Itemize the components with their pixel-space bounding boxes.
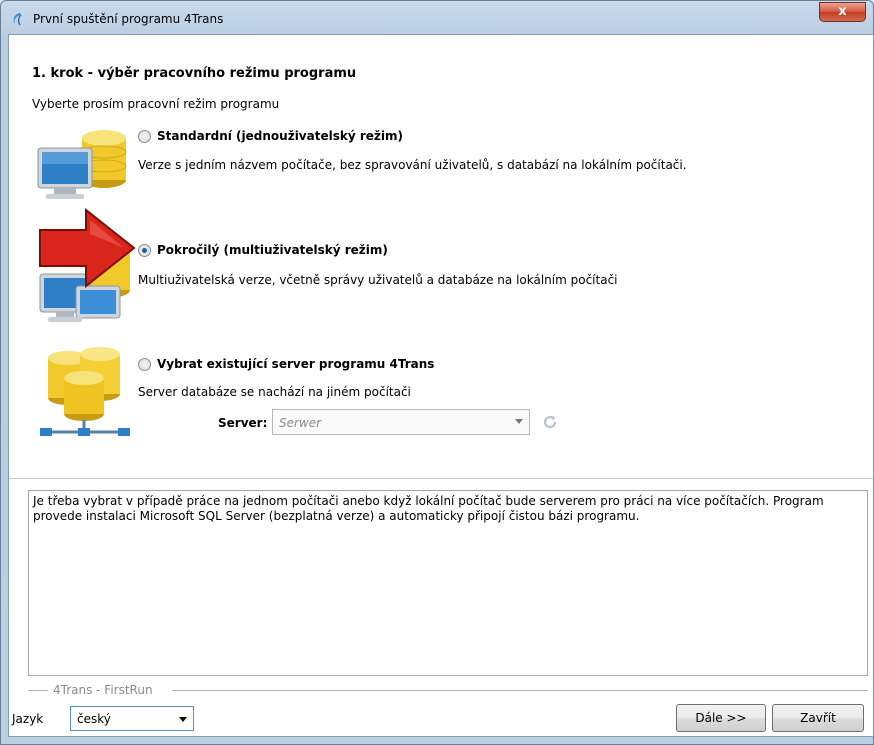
- language-label: Jazyk: [12, 712, 44, 726]
- title-bar[interactable]: První spuštění programu 4Trans x: [1, 1, 873, 35]
- chevron-down-icon: [179, 717, 187, 722]
- app-icon: [13, 13, 22, 26]
- chevron-down-icon: [515, 419, 523, 424]
- group-line-right: [172, 690, 868, 691]
- page-title: 1. krok - výběr pracovního režimu progra…: [32, 66, 357, 81]
- close-window-button[interactable]: x: [819, 2, 866, 22]
- server-dropdown[interactable]: Serwer: [272, 409, 530, 435]
- close-button[interactable]: Zavřít: [772, 704, 864, 732]
- divider: [9, 478, 873, 479]
- red-arrow-icon: [39, 208, 136, 289]
- option-standard-description: Verze s jedním názvem počítače, bez spra…: [138, 158, 687, 172]
- page-subtitle: Vyberte prosím pracovní režim programu: [32, 97, 280, 111]
- radio-existing-server[interactable]: [138, 358, 151, 371]
- radio-standard[interactable]: [138, 130, 151, 143]
- group-line-left: [28, 690, 48, 691]
- server-placeholder: Serwer: [279, 416, 322, 430]
- option-standard-label[interactable]: Standardní (jednouživatelský režim): [157, 129, 403, 143]
- next-button[interactable]: Dále >>: [676, 704, 766, 732]
- radio-advanced[interactable]: [138, 244, 151, 257]
- option-advanced-label[interactable]: Pokročilý (multiuživatelský režim): [157, 243, 388, 257]
- group-label: 4Trans - FirstRun: [50, 683, 156, 697]
- window-title: První spuštění programu 4Trans: [33, 12, 224, 26]
- option-existing-server-label[interactable]: Vybrat existující server programu 4Trans: [157, 357, 434, 371]
- standalone-database-icon: [37, 130, 127, 199]
- refresh-icon[interactable]: [542, 414, 558, 430]
- info-text-box: Je třeba vybrat v případě práce na jedno…: [28, 490, 868, 676]
- server-label: Server:: [218, 416, 268, 430]
- option-advanced-description: Multiuživatelská verze, včetně správy už…: [138, 273, 618, 287]
- network-servers-icon: [40, 347, 130, 436]
- language-value: český: [77, 712, 111, 726]
- language-dropdown[interactable]: český: [70, 706, 194, 731]
- option-existing-server-description: Server databáze se nachází na jiném počí…: [138, 385, 411, 399]
